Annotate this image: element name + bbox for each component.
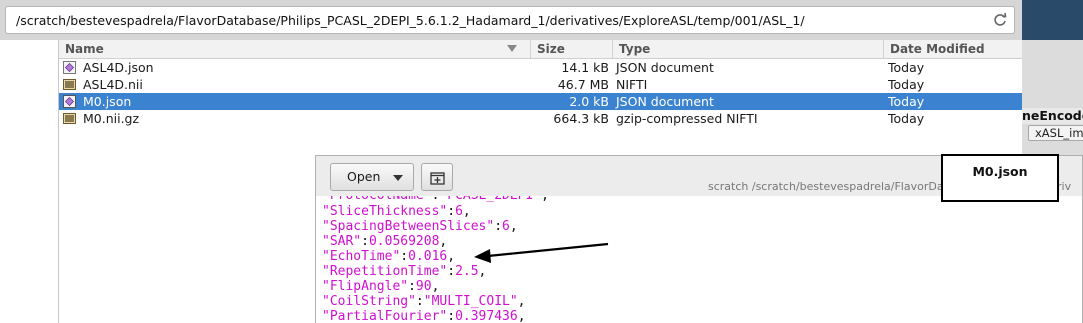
file-row[interactable]: M0.nii.gz 664.3 kB gzip-compressed NIFTI…: [59, 110, 1022, 127]
file-name: M0.json: [83, 94, 132, 109]
address-row: /scratch/bestevespadrela/FlavorDatabase/…: [0, 0, 1083, 40]
json-preview[interactable]: "ProtocolName":"PCASL_2DEPI", "SliceThic…: [316, 196, 1082, 323]
column-type-header[interactable]: Type: [613, 40, 884, 58]
json-key: "PartialFourier": [322, 309, 448, 323]
background-window: [1022, 0, 1083, 40]
json-line-highlighted: "EchoTime":0.016,: [322, 249, 456, 264]
preview-filename: M0.json: [972, 164, 1028, 179]
json-value: 6: [502, 219, 510, 234]
column-name-header[interactable]: Name: [59, 40, 531, 58]
json-key: "RepetitionTime": [322, 264, 448, 279]
file-row-selected[interactable]: M0.json 2.0 kB JSON document Today: [59, 93, 1022, 110]
json-key: "SpacingBetweenSlices": [322, 219, 495, 234]
file-date: Today: [888, 94, 925, 109]
file-type: NIFTI: [616, 77, 648, 92]
image-file-icon: [63, 113, 76, 124]
json-value: 0.397436: [455, 309, 518, 323]
json-line: "SliceThickness":6,: [322, 204, 471, 219]
sidebar-pane[interactable]: [0, 40, 59, 323]
json-file-icon: [63, 61, 76, 74]
open-with-button[interactable]: Open: [330, 163, 414, 191]
json-line: "SAR":0.0569208,: [322, 234, 448, 249]
open-button-label: Open: [347, 169, 381, 184]
file-type: JSON document: [616, 60, 714, 75]
file-type: gzip-compressed NIFTI: [616, 111, 758, 126]
background-window-label: neEncode: [1022, 108, 1083, 124]
json-line: "SpacingBetweenSlices":6,: [322, 219, 518, 234]
json-line: "RepetitionTime":2.5,: [322, 264, 487, 279]
json-line: "CoilString":"MULTI_COIL",: [322, 294, 526, 309]
sort-descending-icon[interactable]: [507, 45, 517, 53]
json-key: "SAR": [322, 234, 362, 249]
file-row[interactable]: ASL4D.nii 46.7 MB NIFTI Today: [59, 76, 1022, 93]
file-row[interactable]: ASL4D.json 14.1 kB JSON document Today: [59, 59, 1022, 76]
preview-filename-box: M0.json: [941, 154, 1059, 202]
location-bar[interactable]: /scratch/bestevespadrela/FlavorDatabase/…: [5, 6, 1015, 34]
json-line-partial: "ProtocolName":"PCASL_2DEPI",: [322, 196, 549, 203]
column-size-header[interactable]: Size: [531, 40, 613, 58]
open-in-new-window-button[interactable]: [421, 163, 453, 191]
location-path[interactable]: /scratch/bestevespadrela/FlavorDatabase/…: [16, 13, 805, 28]
file-size: 14.1 kB: [561, 60, 609, 75]
reload-icon[interactable]: [992, 12, 1008, 28]
annotation-arrow-icon: [474, 242, 609, 263]
chevron-down-icon: [393, 175, 403, 181]
json-key: "CoilString": [322, 294, 416, 309]
file-name: ASL4D.nii: [83, 77, 143, 92]
json-value: 90: [415, 279, 432, 294]
file-date: Today: [888, 77, 925, 92]
image-file-icon: [63, 79, 76, 90]
json-value: 0.0569208: [368, 234, 440, 249]
json-line: "PartialFourier":0.397436,: [322, 309, 526, 323]
file-size: 2.0 kB: [569, 94, 609, 109]
json-key: "FlipAngle": [322, 279, 409, 294]
file-name: M0.nii.gz: [83, 111, 140, 126]
file-size: 46.7 MB: [557, 77, 609, 92]
column-header: Name Size Type Date Modified: [59, 40, 1022, 59]
json-key: "EchoTime": [322, 249, 401, 264]
column-date-header[interactable]: Date Modified: [884, 40, 1022, 58]
json-file-icon: [63, 95, 76, 108]
file-date: Today: [888, 111, 925, 126]
new-window-icon: [430, 172, 445, 185]
json-key: "SliceThickness": [322, 204, 448, 219]
json-line: "FlipAngle":90,: [322, 279, 440, 294]
background-window-tab[interactable]: xASL_im: [1028, 125, 1083, 141]
json-value: 0.016: [408, 249, 448, 264]
file-size: 664.3 kB: [553, 111, 609, 126]
file-type: JSON document: [616, 94, 714, 109]
file-date: Today: [888, 60, 925, 75]
file-name: ASL4D.json: [83, 60, 154, 75]
json-value: "MULTI_COIL": [423, 294, 518, 309]
json-value: 6: [455, 204, 463, 219]
